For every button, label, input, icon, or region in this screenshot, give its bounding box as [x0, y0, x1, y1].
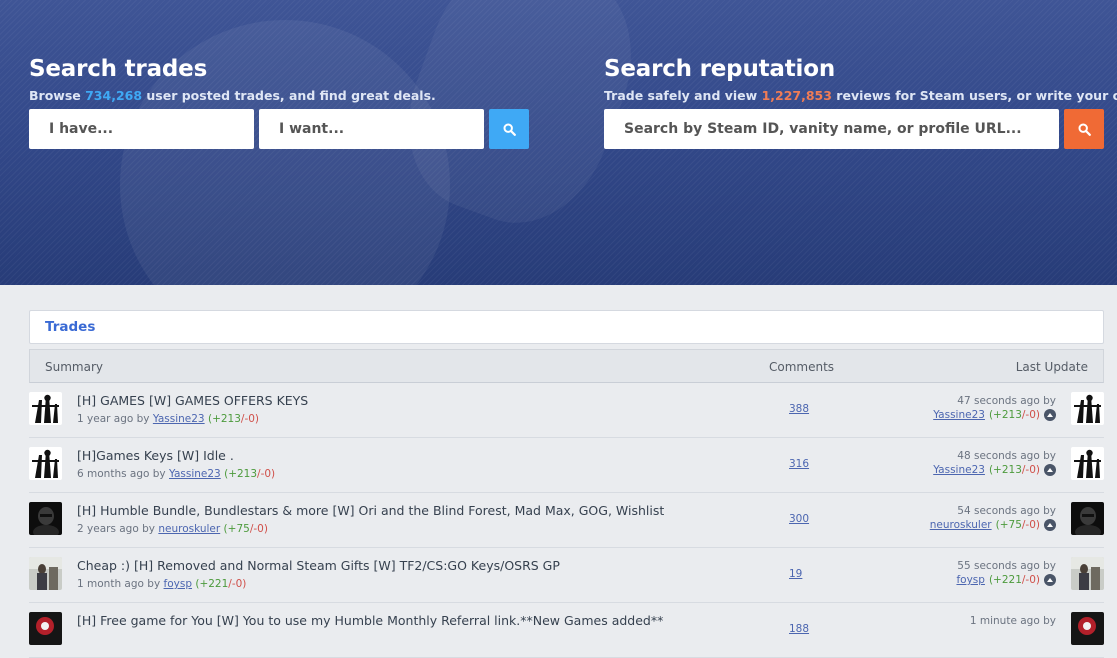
search-icon	[502, 122, 516, 136]
reputation-search-title: Search reputation	[604, 56, 835, 82]
rep-negative: /-0)	[249, 523, 268, 535]
avatar[interactable]	[1071, 502, 1104, 535]
trades-search-panel: Search trades Browse 734,268 user posted…	[29, 56, 436, 103]
search-icon	[1077, 122, 1091, 136]
comment-count-link[interactable]: 188	[789, 623, 809, 635]
trade-meta: 1 month ago by foysp (+221/-0)	[77, 578, 246, 590]
trade-count: 734,268	[85, 88, 143, 103]
trades-search-title: Search trades	[29, 56, 208, 82]
subtitle-text: Browse	[29, 88, 86, 103]
rep-negative: /-0)	[1021, 574, 1040, 586]
last-update: 54 seconds ago by neuroskuler (+75/-0)	[930, 504, 1056, 532]
trade-title[interactable]: [H] Humble Bundle, Bundlestars & more [W…	[77, 503, 664, 518]
rep-negative: /-0)	[240, 413, 260, 425]
user-link[interactable]: Yassine23	[169, 468, 221, 480]
table-row[interactable]: [H] Humble Bundle, Bundlestars & more [W…	[29, 493, 1104, 548]
rep-negative: /-0)	[257, 468, 276, 480]
user-link[interactable]: neuroskuler	[930, 518, 992, 532]
subtitle-text: reviews for Steam users, or write your o…	[831, 88, 1117, 103]
steam-id-search-input[interactable]	[604, 109, 1059, 149]
avatar[interactable]	[1071, 392, 1104, 425]
trade-age: 1 year ago by	[77, 413, 150, 425]
trade-title[interactable]: Cheap :) [H] Removed and Normal Steam Gi…	[77, 558, 560, 573]
update-time: 1 minute ago by	[969, 615, 1056, 627]
last-update: 47 seconds ago by Yassine23 (+213/-0)	[933, 394, 1056, 422]
avatar[interactable]	[29, 447, 62, 480]
avatar[interactable]	[1071, 557, 1104, 590]
trade-meta: 6 months ago by Yassine23 (+213/-0)	[77, 468, 275, 480]
last-update: 48 seconds ago by Yassine23 (+213/-0)	[933, 449, 1056, 477]
trades-tab[interactable]: Trades	[29, 310, 1104, 344]
trade-meta: 2 years ago by neuroskuler (+75/-0)	[77, 523, 268, 535]
avatar[interactable]	[29, 502, 62, 535]
trade-meta: 1 year ago by Yassine23 (+213/-0)	[77, 413, 259, 425]
update-time: 47 seconds ago by	[957, 395, 1056, 407]
update-time: 54 seconds ago by	[957, 505, 1056, 517]
avatar[interactable]	[29, 392, 62, 425]
i-want-input[interactable]	[259, 109, 484, 149]
trades-tab-label[interactable]: Trades	[45, 319, 95, 335]
user-link[interactable]: foysp	[164, 578, 192, 590]
trades-search-subtitle: Browse 734,268 user posted trades, and f…	[29, 88, 436, 103]
chevron-up-icon[interactable]	[1044, 574, 1056, 586]
trade-title[interactable]: [H]Games Keys [W] Idle .	[77, 448, 234, 463]
reputation-search-button[interactable]	[1064, 109, 1104, 149]
chevron-up-icon[interactable]	[1044, 409, 1056, 421]
rep-positive: (+221	[988, 574, 1022, 586]
chevron-up-icon[interactable]	[1044, 464, 1056, 476]
trade-age: 2 years ago by	[77, 523, 155, 535]
last-update: 55 seconds ago by foysp (+221/-0)	[956, 559, 1056, 587]
trade-title[interactable]: [H] GAMES [W] GAMES OFFERS KEYS	[77, 393, 308, 408]
rep-positive: (+213	[988, 409, 1022, 421]
user-link[interactable]: neuroskuler	[158, 523, 220, 535]
avatar[interactable]	[1071, 612, 1104, 645]
comment-count-link[interactable]: 300	[789, 513, 809, 525]
comment-count-link[interactable]: 19	[789, 568, 802, 580]
reputation-search-subtitle: Trade safely and view 1,227,853 reviews …	[604, 88, 1117, 103]
update-time: 55 seconds ago by	[957, 560, 1056, 572]
avatar[interactable]	[29, 612, 62, 645]
chevron-up-icon[interactable]	[1044, 519, 1056, 531]
rep-negative: /-0)	[228, 578, 247, 590]
trade-title[interactable]: [H] Free game for You [W] You to use my …	[77, 613, 663, 628]
avatar[interactable]	[29, 557, 62, 590]
table-row[interactable]: [H]Games Keys [W] Idle . 6 months ago by…	[29, 438, 1104, 493]
rep-negative: /-0)	[1021, 464, 1040, 476]
user-link[interactable]: foysp	[956, 573, 984, 587]
trade-age: 1 month ago by	[77, 578, 161, 590]
rep-negative: /-0)	[1021, 409, 1040, 421]
rep-negative: /-0)	[1021, 519, 1040, 531]
table-row[interactable]: Cheap :) [H] Removed and Normal Steam Gi…	[29, 548, 1104, 603]
table-header: Summary Comments Last Update	[29, 349, 1104, 383]
table-row[interactable]: [H] Free game for You [W] You to use my …	[29, 603, 1104, 658]
comment-count-link[interactable]: 316	[789, 458, 809, 470]
last-update: 1 minute ago by	[970, 614, 1056, 628]
review-count: 1,227,853	[761, 88, 832, 103]
user-link[interactable]: Yassine23	[933, 463, 985, 477]
rep-positive: (+75	[223, 523, 250, 535]
subtitle-text: Trade safely and view	[604, 88, 762, 103]
rep-positive: (+213	[988, 464, 1022, 476]
reputation-search-panel: Search reputation Trade safely and view …	[604, 56, 1117, 103]
column-summary: Summary	[45, 360, 103, 374]
table-row[interactable]: [H] GAMES [W] GAMES OFFERS KEYS 1 year a…	[29, 383, 1104, 438]
rep-positive: (+213	[207, 413, 241, 425]
column-comments: Comments	[769, 360, 835, 374]
rep-positive: (+213	[224, 468, 258, 480]
user-link[interactable]: Yassine23	[933, 408, 985, 422]
subtitle-text: user posted trades, and find great deals…	[142, 88, 436, 103]
trade-age: 6 months ago by	[77, 468, 166, 480]
rep-positive: (+221	[195, 578, 229, 590]
i-have-input[interactable]	[29, 109, 254, 149]
update-time: 48 seconds ago by	[957, 450, 1056, 462]
column-last-update: Last Update	[1015, 360, 1088, 374]
hero-banner: Search trades Browse 734,268 user posted…	[0, 0, 1117, 285]
trades-search-button[interactable]	[489, 109, 529, 149]
comment-count-link[interactable]: 388	[789, 403, 809, 415]
avatar[interactable]	[1071, 447, 1104, 480]
rep-positive: (+75	[995, 519, 1022, 531]
user-link[interactable]: Yassine23	[153, 413, 205, 425]
